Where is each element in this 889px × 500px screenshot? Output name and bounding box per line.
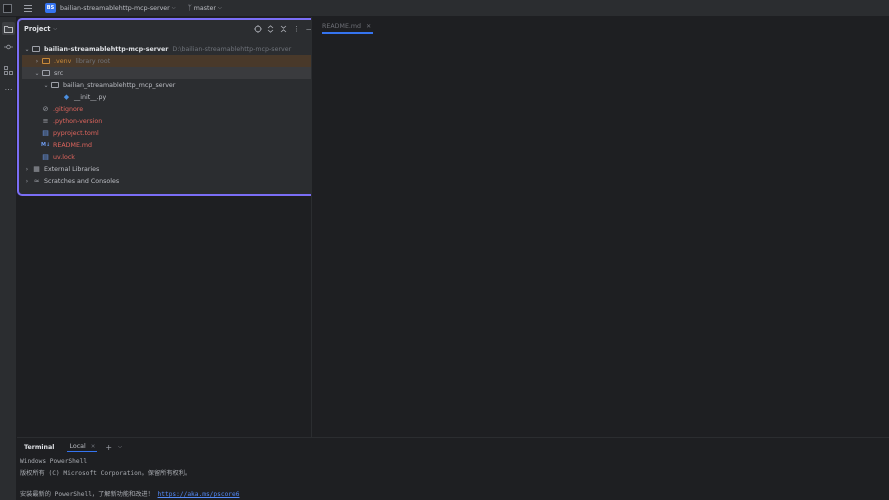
terminal-output-line: 版权所有 (C) Microsoft Corporation。保留所有权利。 — [20, 470, 192, 477]
tree-item-readme[interactable]: M↓ README.md — [22, 139, 319, 151]
tree-item-package[interactable]: ⌄ bailian_streamablehttp_mcp_server — [22, 79, 319, 91]
structure-icon[interactable] — [2, 64, 15, 77]
app-logo-icon[interactable] — [3, 3, 12, 13]
tree-item-label: .venv — [54, 57, 72, 65]
terminal-tab-label: Local — [69, 443, 86, 450]
tree-item-project-root[interactable]: ⌄ bailian-streamablehttp-mcp-server D:\b… — [22, 43, 319, 55]
commit-icon[interactable] — [2, 40, 15, 53]
tree-item-label: Scratches and Consoles — [44, 177, 120, 185]
terminal-title: Terminal — [24, 443, 55, 451]
main-menu-icon[interactable] — [24, 4, 32, 12]
project-selector[interactable]: bailian-streamablehttp-mcp-server — [60, 5, 170, 12]
project-tool-window: Project ⌵ ⋮ — ⌄ bailian-streamablehttp-m… — [17, 18, 321, 196]
tree-item-init-py[interactable]: ◆ __init__.py — [22, 91, 319, 103]
tree-item-gitignore[interactable]: ⊘ .gitignore — [22, 103, 319, 115]
terminal-output-line: 安装最新的 PowerShell，了解新功能和改进！ https://aka.m… — [20, 489, 240, 498]
tree-item-label: uv.lock — [53, 153, 75, 161]
terminal-header: Terminal Local ✕ + ⌵ — [17, 440, 122, 454]
chevron-down-icon[interactable]: ⌄ — [41, 82, 51, 89]
tree-item-label: pyproject.toml — [53, 129, 99, 137]
editor-area[interactable]: README.md ✕ — [311, 17, 889, 437]
tree-item-scratches[interactable]: › ≈ Scratches and Consoles — [22, 175, 319, 187]
tree-item-label: .python-version — [53, 117, 103, 125]
editor-tab-label: README.md — [322, 22, 362, 30]
terminal-tool-window: Terminal Local ✕ + ⌵ Windows PowerShell … — [17, 437, 889, 500]
python-file-icon: ◆ — [63, 93, 70, 101]
add-icon[interactable]: + — [105, 443, 112, 452]
chevron-down-icon[interactable]: ⌵ — [53, 26, 57, 32]
close-icon[interactable]: ✕ — [366, 23, 371, 30]
text-file-icon: ≡ — [42, 117, 49, 125]
markdown-file-icon: M↓ — [41, 142, 51, 148]
folder-icon — [42, 70, 50, 76]
chevron-right-icon[interactable]: › — [32, 58, 42, 65]
tree-item-label: .gitignore — [53, 105, 84, 113]
more-icon[interactable]: ⋯ — [2, 83, 15, 96]
locate-icon[interactable] — [251, 23, 264, 35]
project-panel-header: Project ⌵ ⋮ — — [19, 20, 319, 38]
editor-tab-readme[interactable]: README.md ✕ — [322, 20, 374, 34]
folder-icon[interactable] — [2, 22, 15, 35]
tree-item-label: __init__.py — [74, 93, 107, 101]
scratches-icon: ≈ — [33, 177, 40, 185]
tree-item-label: bailian_streamablehttp_mcp_server — [63, 81, 176, 89]
tree-item-label: bailian-streamablehttp-mcp-server — [44, 45, 169, 53]
options-icon[interactable]: ⋮ — [290, 23, 303, 35]
tree-item-pyproject[interactable]: ▤ pyproject.toml — [22, 127, 319, 139]
title-bar: BS bailian-streamablehttp-mcp-server ⌵ ᛉ… — [0, 0, 889, 17]
toml-file-icon: ▤ — [42, 129, 49, 137]
terminal-link[interactable]: https://aka.ms/pscore6 — [158, 491, 240, 498]
branch-icon[interactable]: ᛉ — [188, 4, 192, 12]
chevron-right-icon[interactable]: › — [22, 178, 32, 185]
tree-item-external-libraries[interactable]: › ▦ External Libraries — [22, 163, 319, 175]
package-icon — [51, 82, 59, 88]
tree-item-note: library root — [75, 57, 111, 65]
chevron-down-icon[interactable]: ⌄ — [22, 46, 32, 53]
lock-file-icon: ▤ — [42, 153, 49, 161]
chevron-down-icon[interactable]: ⌵ — [118, 444, 122, 450]
close-icon[interactable]: ✕ — [91, 444, 96, 450]
library-icon: ▦ — [33, 165, 40, 173]
tree-item-label: src — [54, 69, 64, 77]
tree-item-label: README.md — [53, 141, 93, 149]
chevron-down-icon[interactable]: ⌵ — [218, 5, 222, 11]
expand-all-icon[interactable] — [264, 23, 277, 35]
tree-item-uvlock[interactable]: ▤ uv.lock — [22, 151, 319, 163]
terminal-output-text: 安装最新的 PowerShell，了解新功能和改进！ — [20, 491, 154, 498]
tool-window-stripe: ⋯ — [0, 17, 17, 500]
chevron-down-icon[interactable]: ⌵ — [172, 5, 176, 11]
tree-item-label: External Libraries — [44, 165, 100, 173]
collapse-all-icon[interactable] — [277, 23, 290, 35]
folder-icon — [42, 58, 50, 64]
chevron-right-icon[interactable]: › — [22, 166, 32, 173]
tree-item-python-version[interactable]: ≡ .python-version — [22, 115, 319, 127]
chevron-down-icon[interactable]: ⌄ — [32, 70, 42, 77]
tree-item-src[interactable]: ⌄ src — [22, 67, 319, 79]
ignore-file-icon: ⊘ — [42, 105, 49, 113]
tree-item-venv[interactable]: › .venv library root — [22, 55, 319, 67]
folder-icon — [32, 46, 40, 52]
project-view-selector[interactable]: Project — [24, 25, 50, 33]
branch-selector[interactable]: master — [194, 5, 216, 12]
tree-item-path: D:\bailian-streamablehttp-mcp-server — [172, 45, 292, 53]
terminal-tab-local[interactable]: Local ✕ — [67, 442, 98, 452]
terminal-output-line: Windows PowerShell — [20, 458, 88, 465]
project-badge[interactable]: BS — [45, 3, 56, 13]
